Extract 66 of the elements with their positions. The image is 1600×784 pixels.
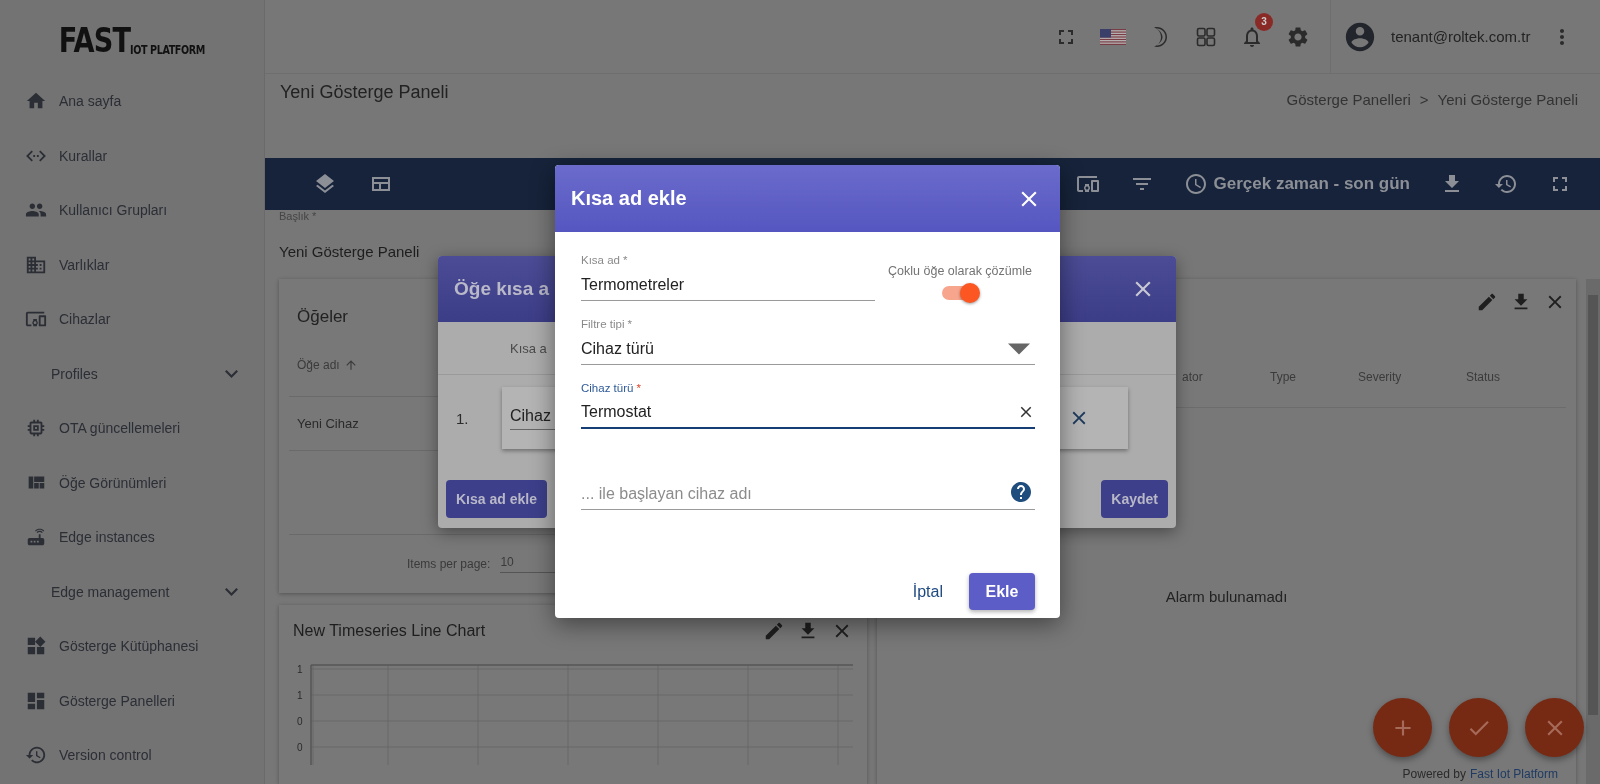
- empty-message: Alarm bulunamadı: [1165, 588, 1288, 605]
- paginator-label: Items per page:: [407, 557, 491, 571]
- sidebar-group[interactable]: Edge management: [0, 564, 264, 619]
- sidebar-item[interactable]: OTA güncellemeleri: [0, 401, 264, 456]
- sidebar-group[interactable]: Profiles: [0, 346, 264, 401]
- column-header[interactable]: ator: [1182, 370, 1270, 384]
- sidebar-item[interactable]: Gösterge Kütüphanesi: [0, 619, 264, 674]
- breadcrumb-link[interactable]: Yeni Gösterge Paneli: [1437, 91, 1578, 111]
- column-header[interactable]: Status: [1466, 370, 1554, 384]
- save-button[interactable]: Kaydet: [1101, 480, 1168, 518]
- edit-icon[interactable]: [1476, 291, 1498, 313]
- sidebar-item[interactable]: Gösterge Panelleri: [0, 673, 264, 728]
- breadcrumb-link[interactable]: Gösterge Panelleri: [1286, 91, 1411, 111]
- widget-title: Öğeler: [297, 307, 349, 327]
- axis-tick-label: 1: [297, 690, 303, 701]
- required-mark: *: [623, 254, 628, 266]
- field-label: Cihaz türü: [581, 382, 634, 396]
- user-email: tenant@roltek.com.tr: [1391, 28, 1531, 45]
- row-index: 1.: [456, 409, 470, 427]
- sidebar-item[interactable]: Öğe Görünümleri: [0, 455, 264, 510]
- footer-text: Powered by: [1402, 767, 1466, 781]
- column-header[interactable]: Severity: [1358, 370, 1466, 384]
- toggle-label: Çoklu öğe olarak çözümle: [888, 264, 1032, 278]
- history-icon[interactable]: [1494, 172, 1518, 196]
- settings-icon[interactable]: [1286, 24, 1310, 49]
- axis-tick-label: 0: [297, 742, 303, 753]
- column-header[interactable]: Öğe adı: [297, 358, 358, 372]
- table-cell: Yeni Cihaz: [297, 416, 359, 431]
- cancel-button[interactable]: İptal: [912, 582, 943, 601]
- sidebar-item[interactable]: Kullanıcı Grupları: [0, 183, 264, 238]
- page-title: Yeni Gösterge Paneli: [280, 82, 449, 104]
- dialog-title: Öğe kısa a: [454, 278, 550, 300]
- field-label: Kısa ad: [581, 254, 620, 268]
- dialog-title: Kısa ad ekle: [571, 187, 687, 210]
- help-icon[interactable]: [1009, 480, 1033, 504]
- column-header: Kısa a: [510, 340, 547, 356]
- input-field[interactable]: Termometreler: [581, 269, 875, 301]
- add-button[interactable]: Ekle: [969, 573, 1035, 610]
- footer-link[interactable]: Fast Iot Platform: [1469, 767, 1558, 781]
- sidebar-item[interactable]: Edge instances: [0, 510, 264, 565]
- timewindow-button[interactable]: Gerçek zaman - son gün: [1183, 172, 1410, 196]
- input-field[interactable]: Termostat: [581, 397, 1035, 429]
- field-label: Filtre tipi: [581, 318, 625, 332]
- notification-badge: 3: [1255, 12, 1273, 31]
- widget-title: New Timeseries Line Chart: [293, 622, 486, 640]
- sidebar-item[interactable]: Cihazlar: [0, 292, 264, 347]
- column-header[interactable]: Type: [1270, 370, 1358, 384]
- input-field[interactable]: Cihaz türü: [581, 333, 1035, 365]
- edit-icon[interactable]: [763, 620, 785, 642]
- flag-icon[interactable]: [1100, 28, 1126, 45]
- sidebar-item[interactable]: Varlıklar: [0, 237, 264, 292]
- logo-tagline: IOT PLATFORM: [129, 44, 205, 56]
- clock-icon: [1183, 172, 1208, 196]
- sidebar-item[interactable]: Ana sayfa: [0, 74, 264, 129]
- required-mark: *: [627, 318, 632, 330]
- toggle-switch[interactable]: [942, 286, 978, 300]
- sidebar-item[interactable]: Version control: [0, 728, 264, 783]
- input-field[interactable]: ... ile başlayan cihaz adı: [581, 478, 1035, 510]
- scrollbar[interactable]: [1586, 279, 1600, 784]
- axis-tick-label: 0: [297, 716, 303, 727]
- add-alias-button[interactable]: Kısa ad ekle: [446, 480, 547, 518]
- breadcrumb-separator: >: [1419, 91, 1429, 110]
- logo-wordmark: FAST: [58, 24, 130, 56]
- axis-tick-label: 1: [297, 664, 303, 675]
- sidebar-item[interactable]: Kurallar: [0, 128, 264, 183]
- required-mark: *: [636, 382, 641, 394]
